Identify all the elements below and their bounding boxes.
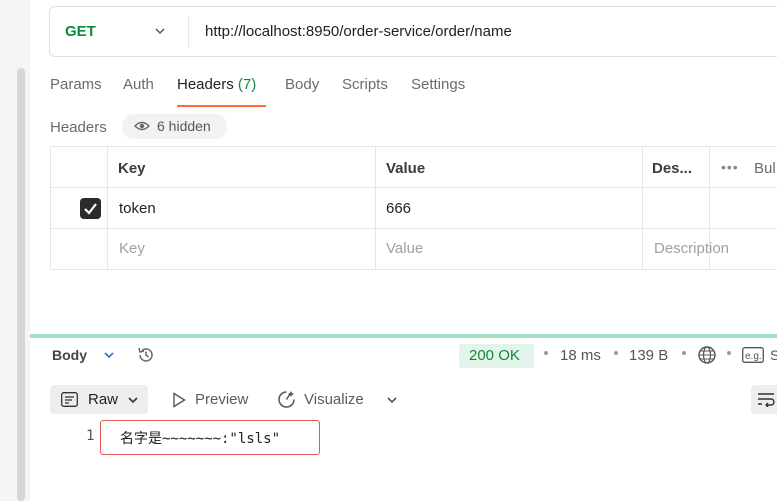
response-save-label[interactable]: S [770, 347, 777, 363]
globe-icon[interactable] [697, 345, 717, 365]
table-divider [375, 147, 376, 269]
line-number: 1 [86, 428, 95, 444]
table-divider [51, 228, 777, 229]
chevron-down-icon[interactable] [102, 348, 116, 362]
headers-section-title: Headers [50, 119, 107, 136]
response-time[interactable]: 18 ms [560, 347, 601, 364]
response-body-tab[interactable]: Body [52, 347, 87, 363]
url-input[interactable]: http://localhost:8950/order-service/orde… [205, 23, 512, 40]
visualize-label: Visualize [304, 391, 364, 408]
response-content-highlight: 名字是~~~~~~~:"lsls" [100, 420, 320, 455]
left-rail [0, 0, 30, 501]
response-resize-handle[interactable] [30, 334, 777, 338]
wrap-lines-button[interactable] [751, 385, 777, 414]
history-icon[interactable] [136, 345, 156, 365]
url-divider [188, 16, 189, 47]
example-icon-label: e.g. [745, 351, 762, 362]
new-key-input[interactable]: Key [119, 240, 145, 257]
preview-label: Preview [195, 391, 249, 408]
checkbox-checked-icon[interactable] [80, 198, 101, 219]
hidden-headers-label: 6 hidden [157, 118, 211, 134]
raw-view-dropdown[interactable]: Raw [50, 385, 148, 414]
separator-dot [682, 351, 686, 355]
url-bar: GET http://localhost:8950/order-service/… [49, 6, 777, 57]
wrap-lines-icon [758, 393, 775, 407]
hidden-headers-toggle[interactable]: 6 hidden [122, 114, 227, 139]
tab-headers-label: Headers [177, 76, 234, 93]
method-selector[interactable]: GET [65, 23, 96, 40]
column-header-key: Key [118, 160, 146, 177]
eye-icon [134, 121, 150, 131]
sidebar-scrollbar[interactable] [17, 68, 25, 501]
active-tab-indicator [177, 105, 266, 107]
table-divider [51, 187, 777, 188]
separator-dot [614, 351, 618, 355]
raw-text-icon [61, 392, 78, 407]
column-header-description: Des... [652, 160, 693, 177]
new-description-input[interactable]: Description [654, 240, 729, 257]
new-value-input[interactable]: Value [386, 240, 423, 257]
bulk-edit-link[interactable]: Bul [754, 160, 776, 177]
status-badge[interactable]: 200 OK [459, 344, 534, 368]
header-value-cell[interactable]: 666 [386, 200, 411, 217]
raw-view-label: Raw [88, 391, 119, 408]
separator-dot [727, 351, 731, 355]
tab-body[interactable]: Body [285, 76, 319, 93]
header-key-cell[interactable]: token [119, 200, 156, 217]
chevron-down-icon[interactable] [153, 24, 167, 38]
tab-headers-count: (7) [237, 76, 257, 93]
tab-scripts[interactable]: Scripts [342, 76, 388, 93]
example-icon[interactable]: e.g. [742, 347, 764, 363]
more-icon[interactable]: ••• [721, 159, 739, 175]
chevron-down-icon [128, 397, 138, 404]
tab-auth[interactable]: Auth [123, 76, 154, 93]
tab-params[interactable]: Params [50, 76, 102, 93]
visualize-icon [278, 391, 295, 408]
table-divider [642, 147, 643, 269]
table-divider [107, 147, 108, 269]
response-content[interactable]: 名字是~~~~~~~:"lsls" [120, 428, 280, 448]
column-header-value: Value [386, 160, 426, 177]
separator-dot [544, 351, 548, 355]
chevron-down-icon[interactable] [385, 393, 399, 407]
tab-settings[interactable]: Settings [411, 76, 465, 93]
response-size[interactable]: 139 B [629, 347, 668, 364]
tab-headers[interactable]: Headers (7) [177, 76, 256, 93]
headers-table: Key Value Des... ••• Bul token 666 Key V… [50, 146, 777, 270]
play-icon [173, 392, 186, 408]
